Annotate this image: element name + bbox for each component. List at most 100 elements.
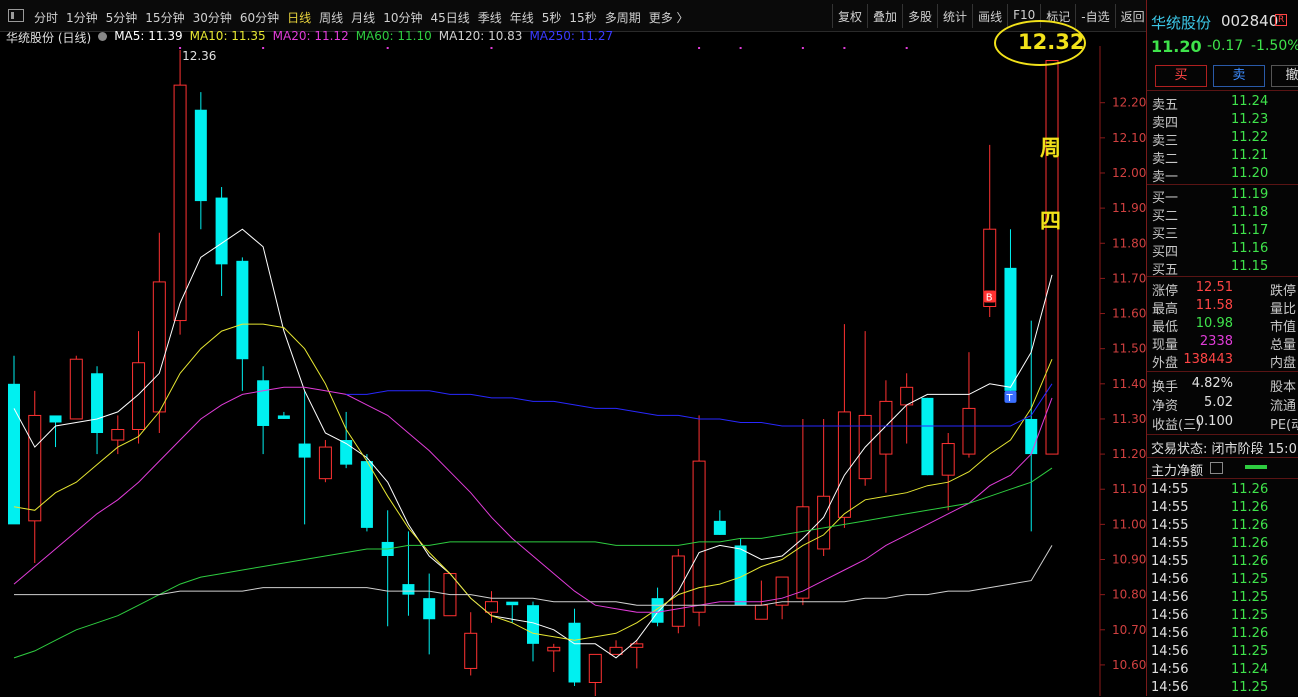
tick-time: 14:56	[1151, 662, 1189, 677]
stat-row: 外盘 138443 内盘	[1147, 351, 1298, 371]
event-dot	[698, 47, 701, 49]
period-tab-12[interactable]: 年线	[506, 9, 538, 26]
ask-row: 卖四 11.23	[1147, 111, 1298, 131]
candle-body	[651, 598, 664, 623]
tool-button-2[interactable]: 多股	[902, 4, 937, 28]
y-tick-label: 10.90	[1112, 553, 1146, 567]
weekday-annotation-1: 周	[1040, 136, 1061, 160]
tick-row: 14:56 11.25	[1147, 607, 1298, 625]
period-tab-16[interactable]: 更多 〉	[645, 9, 693, 26]
period-tab-11[interactable]: 季线	[474, 9, 506, 26]
period-toolbar: 分时 1分钟 5分钟 15分钟 30分钟 60分钟 日线 周线 月线 10分钟 45日线 季线 年线 5秒…	[0, 0, 1146, 32]
period-tab-1[interactable]: 1分钟	[62, 9, 102, 26]
tool-button-0[interactable]: 复权	[832, 4, 867, 28]
event-dot	[843, 47, 846, 49]
candle-body	[132, 362, 146, 430]
tick-row: 14:56 11.25	[1147, 679, 1298, 697]
weekday-annotation-2: 四	[1040, 209, 1061, 233]
candle-body	[796, 506, 810, 599]
period-tab-15[interactable]: 多周期	[601, 9, 645, 26]
tick-time: 14:55	[1151, 536, 1189, 551]
row-value: 5.02	[1204, 395, 1233, 410]
event-dot	[386, 47, 389, 49]
period-tab-14[interactable]: 15秒	[565, 9, 600, 26]
candle-body	[111, 428, 125, 441]
y-tick-label: 11.80	[1112, 236, 1146, 250]
fund-flow-label: 主力净额	[1151, 464, 1204, 479]
tool-button-4[interactable]: 画线	[972, 4, 1007, 28]
tick-row: 14:56 11.25	[1147, 571, 1298, 589]
max-price-label: 12.36	[182, 49, 216, 63]
period-tab-13[interactable]: 5秒	[538, 9, 566, 26]
tool-button-3[interactable]: 统计	[937, 4, 972, 28]
tick-time: 14:56	[1151, 608, 1189, 623]
candle-body	[28, 414, 42, 522]
tool-button-1[interactable]: 叠加	[867, 4, 902, 28]
candle-body	[879, 400, 893, 455]
row-value: 11.19	[1231, 187, 1269, 202]
y-tick-label: 11.50	[1112, 342, 1146, 356]
ma-legend-item-2: MA20: 11.12	[272, 29, 349, 43]
row-value: 11.18	[1231, 205, 1269, 220]
settings-circle-icon[interactable]	[98, 32, 108, 41]
ask-row: 卖二 11.21	[1147, 147, 1298, 167]
ma-line-ma20	[13, 386, 1053, 613]
candle-body	[484, 601, 498, 613]
tick-time: 14:56	[1151, 590, 1189, 605]
candle-body	[921, 397, 934, 476]
period-tab-6[interactable]: 日线	[283, 9, 315, 26]
ma-line-ma120	[14, 545, 1053, 606]
candle-body	[547, 646, 561, 652]
kline-chart[interactable]: 12.20 12.10 12.00 11.90 11.80 11.70 11.60 11.50…	[0, 46, 1146, 696]
y-tick-label: 11.10	[1112, 482, 1146, 496]
margin-badge: R	[1275, 14, 1288, 26]
ma-legend-item-3: MA60: 11.10	[355, 29, 432, 43]
period-tab-0[interactable]: 分时	[30, 9, 62, 26]
period-tab-5[interactable]: 60分钟	[236, 9, 283, 26]
period-tab-8[interactable]: 月线	[347, 9, 379, 26]
candle-body	[588, 653, 602, 683]
tick-price: 11.26	[1231, 518, 1269, 533]
tick-price: 11.26	[1231, 500, 1269, 515]
tick-price: 11.24	[1231, 662, 1269, 677]
price-change-pct: -1.50%	[1251, 38, 1298, 54]
candle-body	[8, 383, 20, 525]
period-tab-7[interactable]: 周线	[315, 9, 347, 26]
event-dot	[490, 47, 493, 49]
tick-time: 14:55	[1151, 482, 1189, 497]
period-tab-10[interactable]: 45日线	[426, 9, 473, 26]
period-tab-4[interactable]: 30分钟	[189, 9, 236, 26]
tick-time: 14:56	[1151, 644, 1189, 659]
cancel-order-button[interactable]: 撤	[1271, 65, 1298, 87]
tool-button-8[interactable]: 返回	[1114, 4, 1150, 28]
panel-toggle-icon[interactable]	[8, 9, 24, 22]
candle-body	[817, 495, 831, 550]
ma-legend-item-1: MA10: 11.35	[189, 29, 266, 43]
tool-button-7[interactable]: -自选	[1075, 4, 1114, 28]
tick-time: 14:56	[1151, 626, 1189, 641]
row-label: 净资	[1152, 399, 1179, 414]
period-tab-3[interactable]: 15分钟	[141, 9, 188, 26]
stock-code: 002840	[1221, 12, 1279, 30]
quote-panel: 华统股份 002840 R 11.20 -0.17 -1.50% 买 卖 撤 卖…	[1146, 0, 1298, 696]
tick-price: 11.25	[1231, 608, 1269, 623]
y-tick-label: 10.70	[1112, 623, 1146, 637]
period-tab-2[interactable]: 5分钟	[102, 9, 142, 26]
sell-button[interactable]: 卖	[1213, 65, 1265, 87]
bid-row: 买二 11.18	[1147, 204, 1298, 224]
row-value: 11.24	[1231, 94, 1269, 109]
y-tick-label: 10.60	[1112, 658, 1146, 672]
fund-flow-list-icon[interactable]	[1210, 462, 1223, 474]
period-tab-9[interactable]: 10分钟	[379, 9, 426, 26]
tick-row: 14:55 11.26	[1147, 499, 1298, 517]
tick-row: 14:56 11.26	[1147, 625, 1298, 643]
stock-chart-title: 华统股份 (日线)	[6, 31, 92, 45]
stat-row: 现量 2338 总量	[1147, 333, 1298, 353]
buy-button[interactable]: 买	[1155, 65, 1207, 87]
candle-body	[837, 411, 851, 518]
row-value: 4.82%	[1191, 376, 1233, 391]
tick-row: 14:55 11.26	[1147, 553, 1298, 571]
candle-body	[91, 373, 104, 434]
row-value: 11.22	[1231, 130, 1269, 145]
row-label: 外盘	[1152, 356, 1179, 371]
